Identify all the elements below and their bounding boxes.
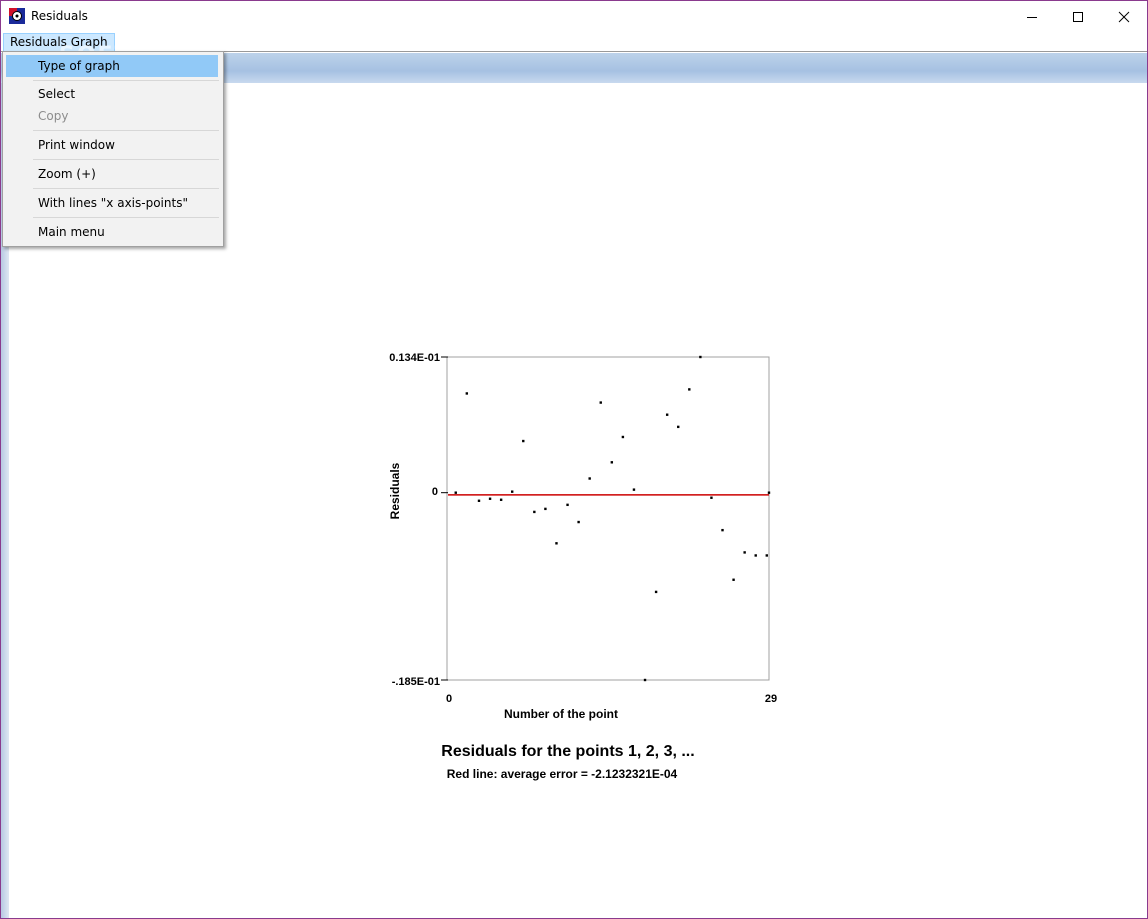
data-point	[577, 520, 580, 524]
residuals-graph-menu: Type of graph Select Copy Print window Z…	[2, 51, 224, 247]
data-point	[665, 413, 669, 416]
data-point	[533, 510, 536, 514]
chart-title: Residuals for the points 1, 2, 3, ...	[441, 743, 694, 760]
data-point	[754, 554, 757, 557]
chart-subtitle: Red line: average error = -2.1232321E-04	[447, 767, 678, 781]
y-axis-label: Residuals	[388, 462, 402, 519]
data-point	[477, 499, 481, 502]
data-point	[454, 491, 457, 494]
residuals-window: Residuals Residuals Graph SOFTPEDIA 0.13…	[0, 0, 1148, 919]
data-point	[699, 355, 702, 359]
data-point	[643, 678, 647, 682]
menu-item-main-menu[interactable]: Main menu	[6, 221, 218, 243]
menu-separator	[33, 159, 219, 160]
data-point	[588, 477, 591, 480]
data-point	[767, 491, 771, 494]
data-point	[632, 488, 636, 491]
data-point	[654, 590, 658, 594]
y-tick-label-max: 0.134E-01	[389, 352, 440, 364]
y-tick-label-zero: 0	[432, 486, 438, 498]
x-tick-label-min: 0	[446, 693, 452, 705]
x-axis-label: Number of the point	[504, 707, 618, 721]
data-point	[621, 435, 625, 439]
data-point	[610, 461, 614, 464]
plot-frame	[446, 356, 770, 681]
data-point	[511, 490, 514, 493]
data-point	[544, 507, 547, 511]
y-tick-label-min: -.185E-01	[392, 676, 440, 688]
menu-item-copy: Copy	[38, 109, 69, 123]
menu-item-type-of-graph[interactable]: Type of graph	[6, 55, 218, 77]
data-point	[710, 496, 713, 499]
menu-separator	[33, 217, 219, 218]
x-tick-label-max: 29	[765, 693, 777, 705]
menu-item-select[interactable]: Select	[6, 83, 218, 105]
data-point	[677, 425, 680, 429]
data-point	[522, 439, 525, 443]
menu-separator	[33, 188, 219, 189]
data-point	[465, 392, 469, 395]
data-point	[599, 401, 602, 404]
data-point	[721, 528, 724, 532]
data-point	[688, 388, 691, 391]
data-point	[765, 554, 768, 557]
menu-separator	[33, 80, 219, 81]
data-point	[566, 503, 569, 507]
data-point	[488, 497, 492, 500]
menu-item-zoom[interactable]: Zoom (+)	[6, 163, 218, 185]
data-point	[743, 551, 746, 554]
menu-item-with-lines[interactable]: With lines "x axis-points"	[6, 192, 218, 214]
data-point	[555, 542, 558, 545]
data-point	[499, 498, 503, 501]
menu-separator	[33, 130, 219, 131]
menu-item-print-window[interactable]: Print window	[6, 134, 218, 156]
data-point	[732, 578, 735, 581]
